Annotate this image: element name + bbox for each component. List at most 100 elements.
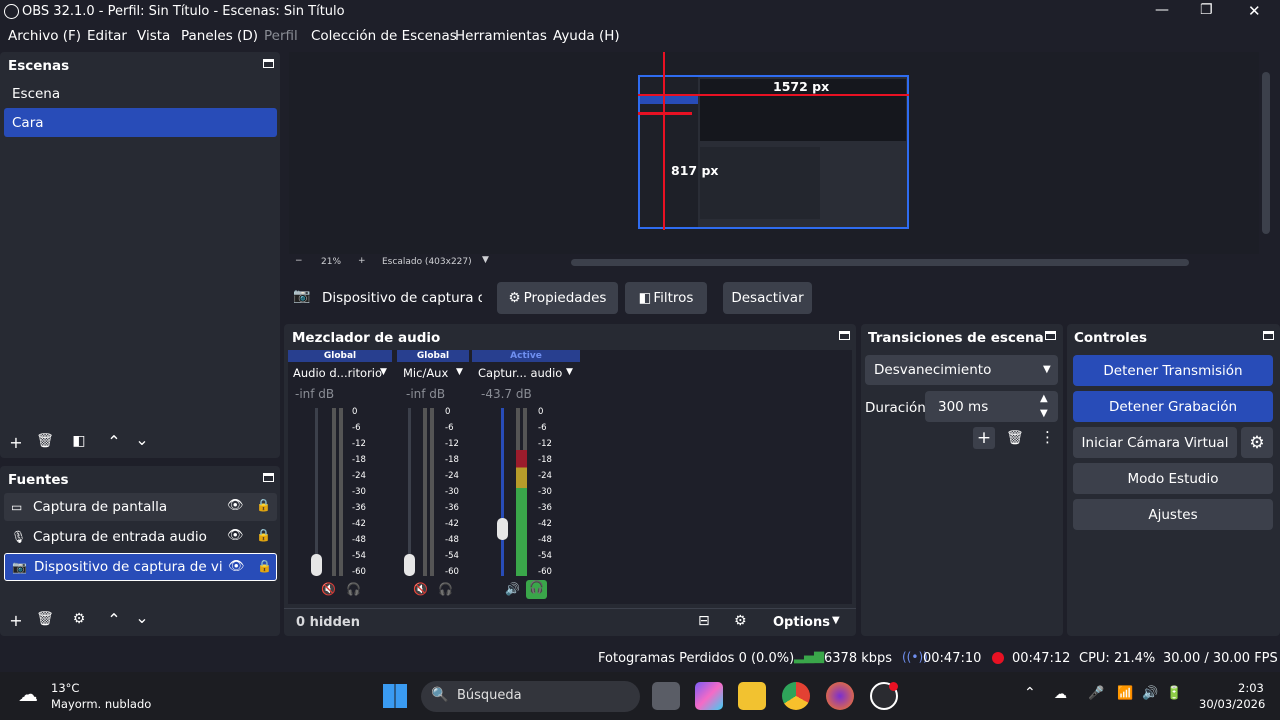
filters-button[interactable]: ◧ Filtros <box>625 282 707 314</box>
file-explorer-icon[interactable] <box>738 682 766 710</box>
add-transition-icon[interactable]: + <box>973 427 995 449</box>
source-preview[interactable] <box>638 75 909 229</box>
stream-time: 00:47:10 <box>923 651 982 666</box>
undock-icon[interactable] <box>263 59 274 68</box>
monitor-off-icon[interactable]: 🎧 <box>438 582 453 596</box>
stop-record-button[interactable]: Detener Grabación <box>1073 391 1273 422</box>
channel-menu-icon[interactable]: ▼ <box>380 367 387 377</box>
add-scene-icon[interactable]: + <box>6 433 26 452</box>
move-up-icon[interactable]: ⌃ <box>104 610 124 629</box>
filter-icon[interactable]: ◧ <box>69 433 89 449</box>
clock-date[interactable]: 30/03/2026 <box>1199 697 1265 711</box>
chevron-up-icon[interactable]: ⌃ <box>1024 685 1036 701</box>
zoom-out-button[interactable]: − <box>295 256 303 266</box>
lock-icon[interactable]: 🔒 <box>256 498 271 512</box>
window-title: OBS 32.1.0 - Perfil: Sin Título - Escena… <box>22 4 345 19</box>
menu-paneles[interactable]: Paneles (D) <box>181 28 258 44</box>
move-down-icon[interactable]: ⌄ <box>132 430 152 449</box>
preview-vscrollbar[interactable] <box>1262 72 1270 234</box>
scale-dropdown-icon[interactable]: ▼ <box>482 255 489 265</box>
lock-icon[interactable]: 🔒 <box>256 528 271 542</box>
menu-archivo[interactable]: Archivo (F) <box>8 28 81 44</box>
volume-icon[interactable]: 🔊 <box>1142 686 1158 701</box>
trash-icon[interactable]: 🗑 <box>1006 430 1024 446</box>
gear-icon[interactable]: ⚙ <box>69 611 89 627</box>
eye-icon[interactable]: 👁 <box>228 559 245 574</box>
duration-spinbox[interactable]: 300 ms ▲ ▼ <box>925 391 1058 422</box>
advanced-audio-icon[interactable]: ⚙ <box>734 613 747 629</box>
volume-fader-handle[interactable] <box>311 554 322 576</box>
menu-herramientas[interactable]: Herramientas <box>455 28 547 44</box>
undock-icon[interactable] <box>263 473 274 482</box>
windows-start-icon[interactable] <box>383 684 407 708</box>
menu-ayuda[interactable]: Ayuda (H) <box>553 28 620 44</box>
add-source-icon[interactable]: + <box>6 611 26 630</box>
clock-time[interactable]: 2:03 <box>1238 681 1264 695</box>
search-box[interactable]: 🔍 Búsqueda <box>421 681 640 712</box>
settings-button[interactable]: Ajustes <box>1073 499 1273 530</box>
task-view-icon[interactable] <box>652 682 680 710</box>
transition-select[interactable]: Desvanecimiento ▼ <box>865 355 1058 385</box>
volume-fader-handle[interactable] <box>404 554 415 576</box>
scene-item-selected[interactable]: Cara <box>4 108 277 137</box>
more-options-icon[interactable]: ⋮ <box>1040 428 1055 446</box>
mixer-footer: 0 hidden ⊟ ⚙ Options ▼ <box>284 608 856 636</box>
firefox-icon[interactable] <box>826 682 854 710</box>
onedrive-icon[interactable]: ☁ <box>1054 687 1067 702</box>
meter-tick-label: -6 <box>352 423 361 433</box>
undock-icon[interactable] <box>1045 331 1056 340</box>
options-dropdown-icon[interactable]: ▼ <box>832 615 840 626</box>
menu-perfil[interactable]: Perfil <box>264 28 298 44</box>
channel-menu-icon[interactable]: ▼ <box>566 367 573 377</box>
microphone-icon[interactable]: 🎤 <box>1088 686 1104 701</box>
menu-coleccion[interactable]: Colección de Escenas <box>311 28 457 44</box>
studio-mode-button[interactable]: Modo Estudio <box>1073 463 1273 494</box>
source-item-selected[interactable]: 📷 Dispositivo de captura de video 👁 🔒 <box>4 553 277 581</box>
channel-menu-icon[interactable]: ▼ <box>456 367 463 377</box>
battery-icon[interactable]: 🔋 <box>1166 686 1182 701</box>
source-item[interactable]: 🎙 Captura de entrada audio 👁 🔒 <box>4 523 277 551</box>
monitor-off-icon[interactable]: 🎧 <box>346 582 361 596</box>
headphones-icon[interactable]: 🎧 <box>526 580 547 599</box>
height-label: 817 px <box>671 163 719 178</box>
maximize-button[interactable]: ❐ <box>1200 2 1213 18</box>
lock-icon[interactable]: 🔒 <box>257 559 272 573</box>
mute-icon[interactable]: 🔇 <box>321 582 336 596</box>
wifi-icon[interactable]: 📶 <box>1117 686 1133 701</box>
move-up-icon[interactable]: ⌃ <box>104 432 124 451</box>
source-item[interactable]: ▭ Captura de pantalla 👁 🔒 <box>4 493 277 521</box>
chevron-down-icon[interactable]: ▼ <box>1040 408 1048 419</box>
layout-icon[interactable]: ⊟ <box>698 613 710 629</box>
trash-icon[interactable]: 🗑 <box>35 433 55 449</box>
options-button[interactable]: Options <box>773 615 830 630</box>
channel-name: Mic/Aux <box>403 366 449 380</box>
scene-item[interactable]: Escena <box>4 80 277 108</box>
close-button[interactable]: ✕ <box>1248 2 1261 20</box>
eye-icon[interactable]: 👁 <box>227 528 244 543</box>
menu-vista[interactable]: Vista <box>137 28 170 44</box>
copilot-icon[interactable] <box>695 682 723 710</box>
virtual-cam-settings-gear-icon[interactable]: ⚙ <box>1241 427 1273 458</box>
undock-icon[interactable] <box>1263 331 1274 340</box>
volume-fader-handle[interactable] <box>497 517 508 540</box>
stop-stream-button[interactable]: Detener Transmisión <box>1073 355 1273 386</box>
properties-button[interactable]: ⚙ Propiedades <box>497 282 618 314</box>
meter-tick-label: -42 <box>352 519 366 529</box>
menu-editar[interactable]: Editar <box>87 28 127 44</box>
volume-icon[interactable]: 🔊 <box>505 582 520 596</box>
start-virtual-cam-button[interactable]: Iniciar Cámara Virtual <box>1073 427 1237 458</box>
eye-icon[interactable]: 👁 <box>227 498 244 513</box>
preview-canvas[interactable]: 1572 px 817 px <box>289 52 1259 254</box>
preview-hscrollbar[interactable] <box>571 259 1189 266</box>
minimize-button[interactable]: — <box>1155 2 1169 18</box>
trash-icon[interactable]: 🗑 <box>35 611 55 627</box>
mute-icon[interactable]: 🔇 <box>413 582 428 596</box>
chrome-icon[interactable] <box>782 682 810 710</box>
zoom-in-button[interactable]: + <box>358 256 366 266</box>
chevron-up-icon[interactable]: ▲ <box>1040 393 1048 404</box>
undock-icon[interactable] <box>839 331 850 340</box>
taskbar: ☁ 13°C Mayorm. nublado 🔍 Búsqueda ⌃ ☁ 🎤 … <box>0 672 1280 720</box>
deactivate-button[interactable]: Desactivar <box>723 282 812 314</box>
move-down-icon[interactable]: ⌄ <box>132 608 152 627</box>
meter-tick-label: -30 <box>445 487 459 497</box>
